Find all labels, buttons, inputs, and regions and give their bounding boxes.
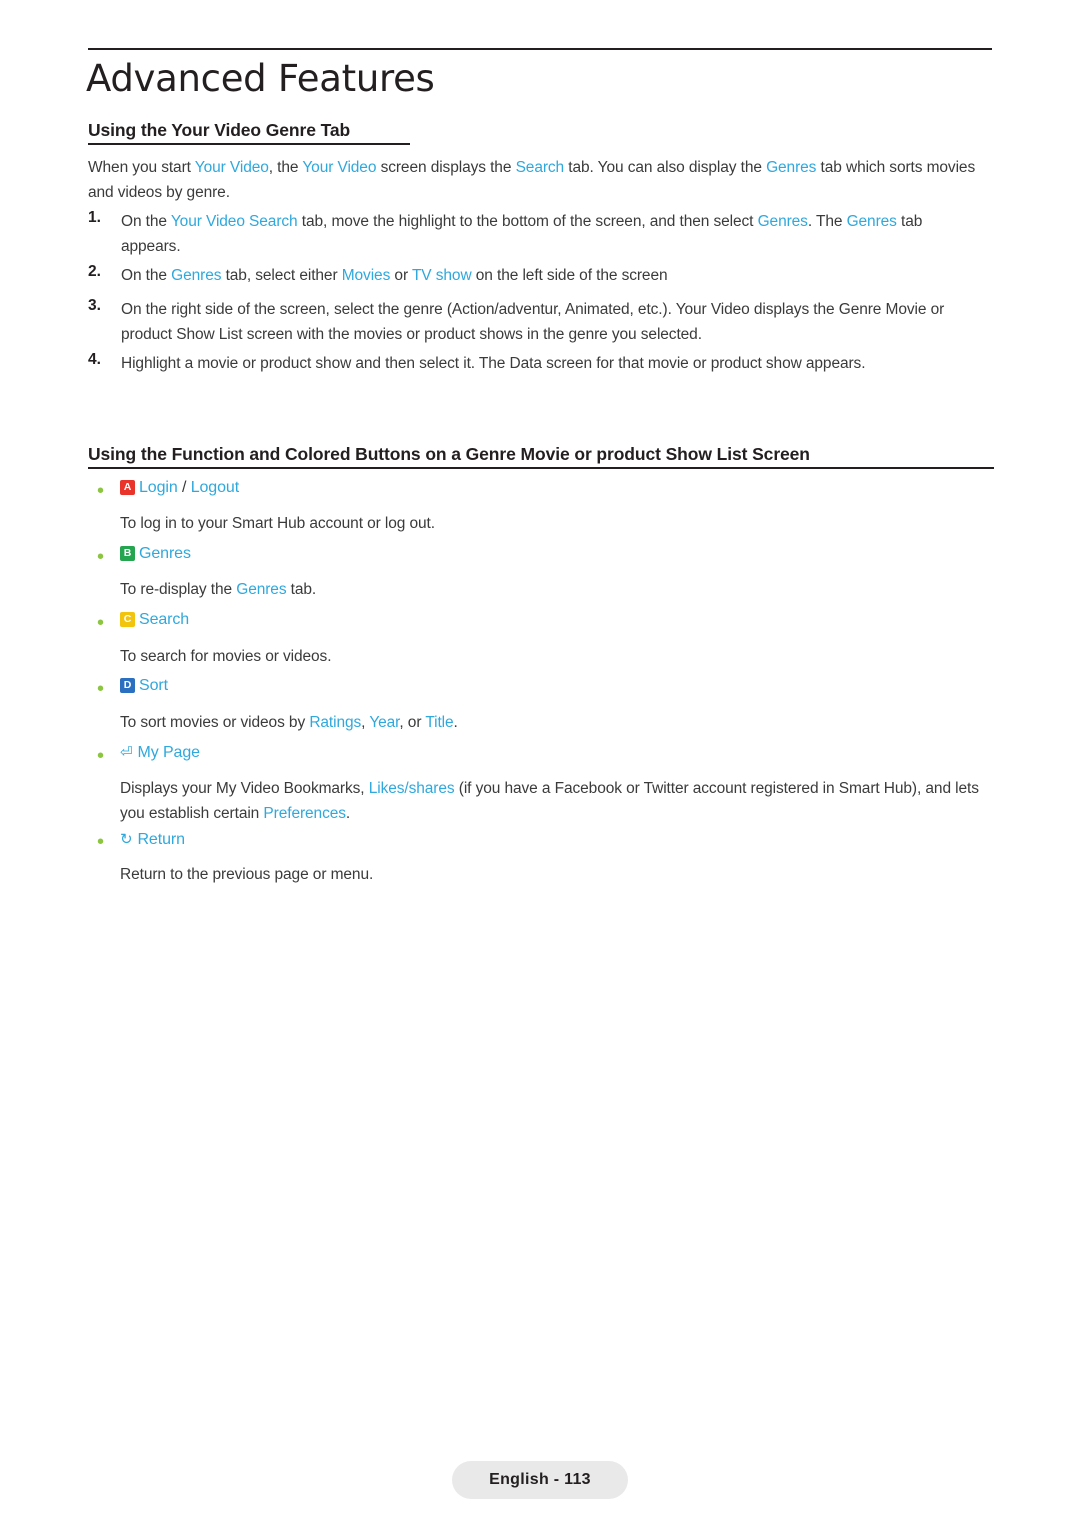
item-search-label: Search [139,611,190,628]
intro-link-genres: Genres [766,159,817,176]
step-4-text: Highlight a movie or product show and th… [121,355,866,372]
list-bullet: • [97,480,105,502]
return-arrow-icon: ↻ [120,831,133,848]
item-sort-desc-3: , or [399,714,426,731]
list-bullet: • [97,745,105,767]
intro-link-search: Search [515,159,565,176]
item-sort-desc: To sort movies or videos by Ratings, Yea… [120,710,980,735]
step-1-text-2: tab, move the highlight to the bottom of… [297,213,758,230]
section-heading-colored-buttons: Using the Function and Colored Buttons o… [88,444,810,464]
intro-paragraph: When you start Your Video, the Your Vide… [88,155,978,205]
item-genres-desc-link: Genres [236,581,287,598]
step-3-text: On the right side of the screen, select … [121,301,945,343]
item-my-page-link-preferences: Preferences [263,805,346,822]
item-my-page-desc: Displays your My Video Bookmarks, Likes/… [120,776,985,826]
key-c-icon: C [120,612,135,627]
step-2-text-3: or [390,267,412,284]
item-return-desc: Return to the previous page or menu. [120,866,374,883]
footer-page-label: English - 113 [489,1471,591,1488]
step-2-number: 2. [88,263,101,280]
step-2-link-genres: Genres [171,267,222,284]
intro-text-1: When you start [88,159,195,176]
step-1-link-genres-2: Genres [846,213,897,230]
step-1-text-1: On the [121,213,171,230]
item-genres-desc-1: To re-display the [120,581,237,598]
item-sort-link-title: Title [425,714,454,731]
step-1-text: On the Your Video Search tab, move the h… [121,209,981,259]
item-sort-desc-4: . [453,714,458,731]
item-genres[interactable]: B Genres [120,545,191,563]
document-page: Advanced Features Using the Your Video G… [0,0,1080,1534]
item-login-desc: To log in to your Smart Hub account or l… [120,515,435,532]
key-d-icon: D [120,678,135,693]
intro-text-4: tab. You can also display the [564,159,767,176]
item-sort-label: Sort [139,677,168,694]
intro-text-3: screen displays the [376,159,516,176]
step-2-text-4: on the left side of the screen [471,267,668,284]
section-heading-underline [88,143,410,145]
step-1-link-your-video-search: Your Video Search [170,213,298,230]
step-2-link-movies: Movies [341,267,391,284]
item-my-page-label: My Page [137,744,200,761]
item-search-desc: To search for movies or videos. [120,648,332,665]
item-search[interactable]: C Search [120,611,189,629]
item-my-page-link-likes: Likes/shares [368,780,455,797]
key-a-icon: A [120,480,135,495]
item-sort-link-year: Year [369,714,400,731]
step-3-number: 3. [88,297,101,314]
step-1-text-3: . The [807,213,847,230]
list-bullet: • [97,612,105,634]
intro-link-your-video-1: Your Video [194,159,269,176]
item-login-label: Login [139,479,178,496]
item-my-page-desc-3: . [345,805,351,822]
header-rule [88,48,992,50]
page-title: Advanced Features [86,57,435,100]
item-genres-label: Genres [139,545,191,562]
section-heading-genre-tab: Using the Your Video Genre Tab [88,120,351,140]
item-my-page-desc-1: Displays your My Video Bookmarks, [120,780,369,797]
key-b-icon: B [120,546,135,561]
step-1-link-genres-1: Genres [757,213,808,230]
item-login-separator: / [177,479,191,496]
item-sort[interactable]: D Sort [120,677,168,695]
list-bullet: • [97,831,105,853]
intro-link-your-video-2: Your Video [302,159,377,176]
item-genres-desc-2: tab. [286,581,317,598]
section-heading-underline-2 [88,467,994,469]
step-4-number: 4. [88,351,101,368]
item-sort-link-ratings: Ratings [309,714,362,731]
step-2-text: On the Genres tab, select either Movies … [121,263,981,288]
step-2-text-2: tab, select either [221,267,342,284]
step-2-link-tv-show: TV show [411,267,472,284]
item-return-label: Return [137,831,185,848]
intro-text-2: , the [268,159,303,176]
list-bullet: • [97,546,105,568]
step-2-text-1: On the [121,267,172,284]
item-my-page[interactable]: ⏎ My Page [120,743,200,762]
item-genres-desc: To re-display the Genres tab. [120,577,980,602]
item-login-logout[interactable]: A Login / Logout [120,479,239,497]
step-1-number: 1. [88,209,101,226]
item-sort-desc-1: To sort movies or videos by [120,714,310,731]
enter-arrow-icon: ⏎ [120,744,133,761]
item-return[interactable]: ↻ Return [120,830,185,849]
item-logout-label: Logout [190,479,240,496]
list-bullet: • [97,678,105,700]
